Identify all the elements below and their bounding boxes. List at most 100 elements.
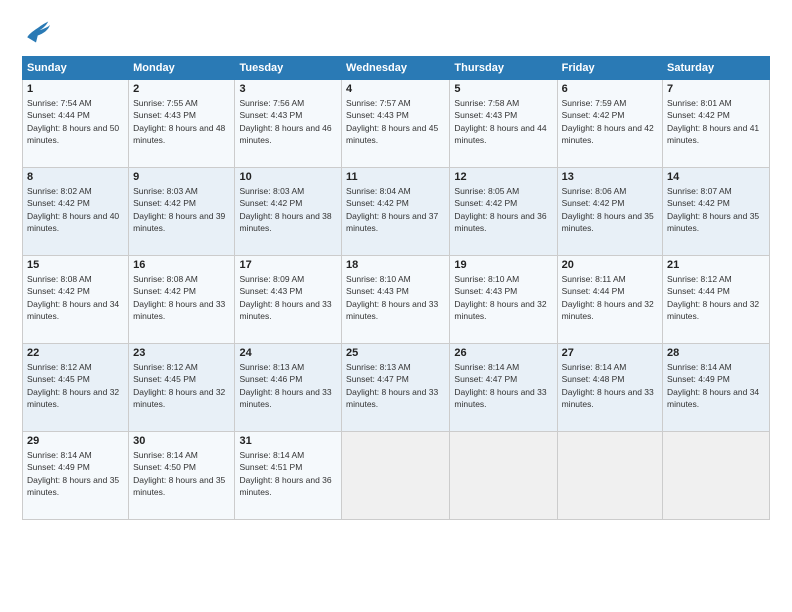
calendar-cell (342, 432, 450, 520)
day-info: Sunrise: 8:14 AMSunset: 4:47 PMDaylight:… (454, 362, 546, 409)
calendar-cell: 22 Sunrise: 8:12 AMSunset: 4:45 PMDaylig… (23, 344, 129, 432)
weekday-header-thursday: Thursday (450, 57, 557, 80)
calendar-cell: 17 Sunrise: 8:09 AMSunset: 4:43 PMDaylig… (235, 256, 342, 344)
day-info: Sunrise: 7:58 AMSunset: 4:43 PMDaylight:… (454, 98, 546, 145)
calendar-cell: 28 Sunrise: 8:14 AMSunset: 4:49 PMDaylig… (663, 344, 770, 432)
calendar-week-row: 15 Sunrise: 8:08 AMSunset: 4:42 PMDaylig… (23, 256, 770, 344)
calendar-cell: 18 Sunrise: 8:10 AMSunset: 4:43 PMDaylig… (342, 256, 450, 344)
calendar-cell: 23 Sunrise: 8:12 AMSunset: 4:45 PMDaylig… (129, 344, 235, 432)
day-info: Sunrise: 8:12 AMSunset: 4:45 PMDaylight:… (133, 362, 225, 409)
calendar-cell: 20 Sunrise: 8:11 AMSunset: 4:44 PMDaylig… (557, 256, 662, 344)
day-number: 7 (667, 83, 765, 95)
day-number: 19 (454, 259, 552, 271)
logo (22, 18, 54, 46)
day-number: 25 (346, 347, 445, 359)
day-info: Sunrise: 8:08 AMSunset: 4:42 PMDaylight:… (27, 274, 119, 321)
day-number: 6 (562, 83, 658, 95)
day-number: 1 (27, 83, 124, 95)
day-number: 20 (562, 259, 658, 271)
calendar-cell: 11 Sunrise: 8:04 AMSunset: 4:42 PMDaylig… (342, 168, 450, 256)
calendar-cell: 4 Sunrise: 7:57 AMSunset: 4:43 PMDayligh… (342, 80, 450, 168)
day-info: Sunrise: 8:02 AMSunset: 4:42 PMDaylight:… (27, 186, 119, 233)
day-info: Sunrise: 8:14 AMSunset: 4:51 PMDaylight:… (239, 450, 331, 497)
page: SundayMondayTuesdayWednesdayThursdayFrid… (0, 0, 792, 612)
day-number: 27 (562, 347, 658, 359)
calendar-cell: 8 Sunrise: 8:02 AMSunset: 4:42 PMDayligh… (23, 168, 129, 256)
weekday-header-monday: Monday (129, 57, 235, 80)
calendar-cell: 14 Sunrise: 8:07 AMSunset: 4:42 PMDaylig… (663, 168, 770, 256)
day-number: 31 (239, 435, 337, 447)
calendar-cell: 7 Sunrise: 8:01 AMSunset: 4:42 PMDayligh… (663, 80, 770, 168)
calendar-cell: 19 Sunrise: 8:10 AMSunset: 4:43 PMDaylig… (450, 256, 557, 344)
calendar-cell: 15 Sunrise: 8:08 AMSunset: 4:42 PMDaylig… (23, 256, 129, 344)
day-info: Sunrise: 8:14 AMSunset: 4:49 PMDaylight:… (27, 450, 119, 497)
day-info: Sunrise: 7:56 AMSunset: 4:43 PMDaylight:… (239, 98, 331, 145)
day-info: Sunrise: 8:06 AMSunset: 4:42 PMDaylight:… (562, 186, 654, 233)
day-number: 4 (346, 83, 445, 95)
day-number: 24 (239, 347, 337, 359)
calendar-cell: 31 Sunrise: 8:14 AMSunset: 4:51 PMDaylig… (235, 432, 342, 520)
day-info: Sunrise: 8:10 AMSunset: 4:43 PMDaylight:… (454, 274, 546, 321)
calendar-cell: 24 Sunrise: 8:13 AMSunset: 4:46 PMDaylig… (235, 344, 342, 432)
day-info: Sunrise: 8:03 AMSunset: 4:42 PMDaylight:… (133, 186, 225, 233)
day-info: Sunrise: 8:12 AMSunset: 4:44 PMDaylight:… (667, 274, 759, 321)
day-info: Sunrise: 8:13 AMSunset: 4:47 PMDaylight:… (346, 362, 438, 409)
calendar-week-row: 1 Sunrise: 7:54 AMSunset: 4:44 PMDayligh… (23, 80, 770, 168)
day-number: 11 (346, 171, 445, 183)
weekday-header-saturday: Saturday (663, 57, 770, 80)
day-info: Sunrise: 7:55 AMSunset: 4:43 PMDaylight:… (133, 98, 225, 145)
day-number: 26 (454, 347, 552, 359)
calendar-cell: 30 Sunrise: 8:14 AMSunset: 4:50 PMDaylig… (129, 432, 235, 520)
header (22, 18, 770, 46)
day-info: Sunrise: 8:12 AMSunset: 4:45 PMDaylight:… (27, 362, 119, 409)
calendar-cell (450, 432, 557, 520)
logo-icon (22, 18, 50, 46)
calendar-cell: 29 Sunrise: 8:14 AMSunset: 4:49 PMDaylig… (23, 432, 129, 520)
weekday-header-friday: Friday (557, 57, 662, 80)
weekday-header-tuesday: Tuesday (235, 57, 342, 80)
day-number: 18 (346, 259, 445, 271)
day-info: Sunrise: 8:08 AMSunset: 4:42 PMDaylight:… (133, 274, 225, 321)
day-number: 5 (454, 83, 552, 95)
day-number: 22 (27, 347, 124, 359)
day-info: Sunrise: 8:04 AMSunset: 4:42 PMDaylight:… (346, 186, 438, 233)
weekday-header-sunday: Sunday (23, 57, 129, 80)
day-number: 14 (667, 171, 765, 183)
day-number: 23 (133, 347, 230, 359)
day-info: Sunrise: 8:13 AMSunset: 4:46 PMDaylight:… (239, 362, 331, 409)
calendar-cell: 27 Sunrise: 8:14 AMSunset: 4:48 PMDaylig… (557, 344, 662, 432)
day-info: Sunrise: 8:01 AMSunset: 4:42 PMDaylight:… (667, 98, 759, 145)
day-info: Sunrise: 8:07 AMSunset: 4:42 PMDaylight:… (667, 186, 759, 233)
day-number: 16 (133, 259, 230, 271)
calendar-cell: 21 Sunrise: 8:12 AMSunset: 4:44 PMDaylig… (663, 256, 770, 344)
day-info: Sunrise: 8:09 AMSunset: 4:43 PMDaylight:… (239, 274, 331, 321)
day-info: Sunrise: 8:05 AMSunset: 4:42 PMDaylight:… (454, 186, 546, 233)
day-info: Sunrise: 7:59 AMSunset: 4:42 PMDaylight:… (562, 98, 654, 145)
day-number: 29 (27, 435, 124, 447)
day-info: Sunrise: 8:11 AMSunset: 4:44 PMDaylight:… (562, 274, 654, 321)
day-number: 21 (667, 259, 765, 271)
weekday-header-row: SundayMondayTuesdayWednesdayThursdayFrid… (23, 57, 770, 80)
calendar-cell: 1 Sunrise: 7:54 AMSunset: 4:44 PMDayligh… (23, 80, 129, 168)
day-number: 30 (133, 435, 230, 447)
calendar-cell: 26 Sunrise: 8:14 AMSunset: 4:47 PMDaylig… (450, 344, 557, 432)
calendar-cell: 13 Sunrise: 8:06 AMSunset: 4:42 PMDaylig… (557, 168, 662, 256)
calendar-cell: 3 Sunrise: 7:56 AMSunset: 4:43 PMDayligh… (235, 80, 342, 168)
calendar-cell: 10 Sunrise: 8:03 AMSunset: 4:42 PMDaylig… (235, 168, 342, 256)
day-number: 13 (562, 171, 658, 183)
day-number: 8 (27, 171, 124, 183)
calendar-cell: 5 Sunrise: 7:58 AMSunset: 4:43 PMDayligh… (450, 80, 557, 168)
calendar-table: SundayMondayTuesdayWednesdayThursdayFrid… (22, 56, 770, 520)
day-number: 10 (239, 171, 337, 183)
day-info: Sunrise: 8:14 AMSunset: 4:48 PMDaylight:… (562, 362, 654, 409)
weekday-header-wednesday: Wednesday (342, 57, 450, 80)
calendar-cell (557, 432, 662, 520)
calendar-cell: 25 Sunrise: 8:13 AMSunset: 4:47 PMDaylig… (342, 344, 450, 432)
day-number: 9 (133, 171, 230, 183)
day-number: 12 (454, 171, 552, 183)
day-info: Sunrise: 7:57 AMSunset: 4:43 PMDaylight:… (346, 98, 438, 145)
calendar-cell: 9 Sunrise: 8:03 AMSunset: 4:42 PMDayligh… (129, 168, 235, 256)
calendar-week-row: 29 Sunrise: 8:14 AMSunset: 4:49 PMDaylig… (23, 432, 770, 520)
calendar-week-row: 8 Sunrise: 8:02 AMSunset: 4:42 PMDayligh… (23, 168, 770, 256)
day-number: 15 (27, 259, 124, 271)
